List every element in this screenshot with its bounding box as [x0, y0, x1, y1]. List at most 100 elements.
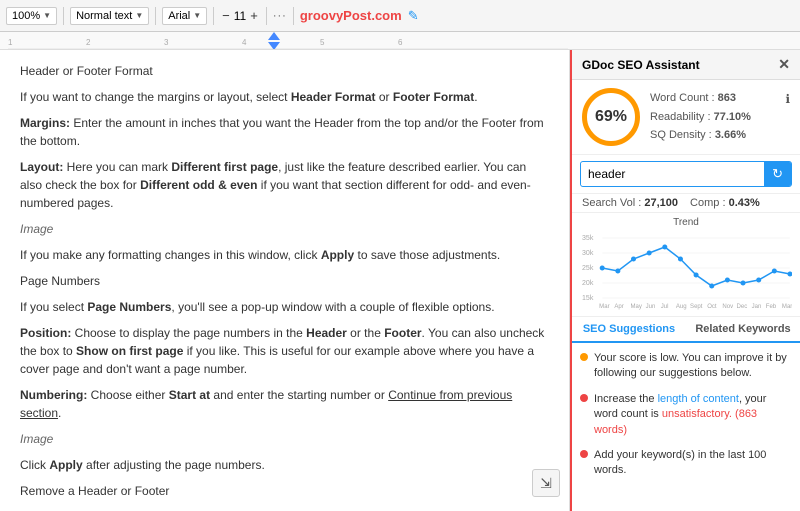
svg-text:25k: 25k: [582, 265, 594, 272]
doc-paragraph: Layout: Here you can mark Different firs…: [20, 158, 549, 212]
seo-panel-title: GDoc SEO Assistant: [582, 58, 700, 72]
suggestion-item: Your score is low. You can improve it by…: [580, 351, 792, 382]
font-chevron: ▼: [193, 11, 201, 20]
suggestion-text: Add your keyword(s) in the last 100 word…: [594, 448, 792, 479]
separator-3: [213, 7, 214, 25]
svg-text:1: 1: [8, 38, 13, 47]
word-count-label: Word Count :: [650, 92, 715, 104]
search-input[interactable]: [581, 163, 764, 185]
doc-heading2: Page Numbers: [20, 272, 549, 290]
doc-image-placeholder: Image: [20, 220, 549, 238]
seo-panel: GDoc SEO Assistant ✕ 69% ℹ Word Count : …: [570, 50, 800, 511]
suggestion-bullet: [580, 450, 588, 458]
search-stats-row: Search Vol : 27,100 Comp : 0.43%: [572, 194, 800, 213]
search-section: ↻: [572, 155, 800, 194]
sq-density-value: 3.66%: [715, 129, 746, 141]
score-value: 69%: [595, 108, 627, 126]
svg-text:Feb: Feb: [766, 304, 777, 310]
separator-5: [293, 7, 294, 25]
search-box: ↻: [580, 161, 792, 187]
suggestion-bullet: [580, 394, 588, 402]
chart-section: Trend 35k 30k 25k 20k 15k: [572, 213, 800, 317]
suggestion-text: Increase the length of content, your wor…: [594, 392, 792, 438]
svg-text:Jun: Jun: [646, 304, 656, 310]
search-button[interactable]: ↻: [764, 162, 791, 186]
separator-4: [266, 7, 267, 25]
tab-related-keywords[interactable]: Related Keywords: [686, 317, 800, 341]
svg-text:Mar: Mar: [782, 304, 792, 310]
seo-panel-header: GDoc SEO Assistant ✕: [572, 50, 800, 80]
svg-text:35k: 35k: [582, 235, 594, 242]
score-stats: ℹ Word Count : 863 Readability : 77.10% …: [650, 89, 790, 145]
font-size-decrease[interactable]: −: [220, 8, 232, 23]
svg-text:Oct: Oct: [707, 304, 717, 310]
doc-paragraph: Click Apply after adjusting the page num…: [20, 456, 549, 474]
svg-text:6: 6: [398, 38, 403, 47]
edit-icon[interactable]: ✎: [408, 8, 419, 24]
svg-text:5: 5: [320, 38, 325, 47]
toolbar-more[interactable]: ···: [273, 10, 287, 22]
style-chevron: ▼: [135, 11, 143, 20]
svg-text:Nov: Nov: [722, 304, 733, 310]
suggestion-item: Increase the length of content, your wor…: [580, 392, 792, 438]
svg-text:May: May: [630, 304, 641, 310]
doc-heading: Header or Footer Format: [20, 62, 549, 80]
font-size-value: 11: [234, 9, 246, 23]
info-icon[interactable]: ℹ: [785, 89, 790, 109]
score-circle: 69%: [582, 88, 640, 146]
brand-tld: .com: [371, 8, 401, 23]
style-control[interactable]: Normal text ▼: [70, 7, 149, 25]
doc-paragraph: If you select Page Numbers, you'll see a…: [20, 298, 549, 316]
readability-label: Readability :: [650, 111, 711, 123]
svg-text:Mar: Mar: [599, 304, 609, 310]
svg-text:2: 2: [86, 38, 91, 47]
score-section: 69% ℹ Word Count : 863 Readability : 77.…: [572, 80, 800, 155]
doc-paragraph: Margins: Enter the amount in inches that…: [20, 114, 549, 150]
doc-paragraph: Numbering: Choose either Start at and en…: [20, 386, 549, 422]
tab-seo-suggestions[interactable]: SEO Suggestions: [572, 317, 686, 343]
zoom-chevron: ▼: [43, 11, 51, 20]
floating-action-button[interactable]: ⇲: [532, 469, 560, 497]
svg-text:Sept: Sept: [690, 304, 703, 310]
svg-text:30k: 30k: [582, 250, 594, 257]
svg-text:20k: 20k: [582, 280, 594, 287]
suggestion-bullet: [580, 353, 588, 361]
svg-text:Apr: Apr: [614, 304, 623, 310]
svg-text:15k: 15k: [582, 295, 594, 302]
toolbar: 100% ▼ Normal text ▼ Arial ▼ − 11 + ··· …: [0, 0, 800, 32]
comp-stat: Comp : 0.43%: [690, 197, 760, 209]
doc-heading2: Remove a Header or Footer: [20, 482, 549, 500]
word-count-row: Word Count : 863: [650, 89, 790, 108]
zoom-label: 100%: [12, 10, 40, 22]
suggestion-item: Add your keyword(s) in the last 100 word…: [580, 448, 792, 479]
word-count-value: 863: [718, 92, 736, 104]
style-label: Normal text: [76, 10, 132, 22]
doc-image-placeholder: Image: [20, 430, 549, 448]
svg-text:Dec: Dec: [736, 304, 747, 310]
brand-logo: groovyPost.com: [300, 8, 402, 23]
sq-density-label: SQ Density :: [650, 129, 712, 141]
svg-text:Aug: Aug: [676, 304, 687, 310]
search-vol: Search Vol : 27,100: [582, 197, 678, 209]
suggestion-text: Your score is low. You can improve it by…: [594, 351, 792, 382]
sq-density-row: SQ Density : 3.66%: [650, 126, 790, 145]
font-label: Arial: [168, 10, 190, 22]
separator-1: [63, 7, 64, 25]
svg-text:Jul: Jul: [661, 304, 669, 310]
document-area[interactable]: Header or Footer Format If you want to ch…: [0, 50, 570, 511]
suggestions-section: Your score is low. You can improve it by…: [572, 343, 800, 511]
ruler: 1 2 3 4 5 6: [0, 32, 800, 50]
chart-title: Trend: [580, 217, 792, 228]
doc-paragraph: If you make any formatting changes in th…: [20, 246, 549, 264]
seo-close-button[interactable]: ✕: [778, 56, 790, 73]
font-control[interactable]: Arial ▼: [162, 7, 207, 25]
floating-icon: ⇲: [540, 475, 552, 492]
readability-row: Readability : 77.10%: [650, 108, 790, 127]
doc-paragraph: Position: Choose to display the page num…: [20, 324, 549, 378]
brand-name: groovyPost: [300, 8, 372, 23]
doc-paragraph: If you want to change the margins or lay…: [20, 88, 549, 106]
font-size-increase[interactable]: +: [248, 8, 260, 23]
separator-2: [155, 7, 156, 25]
chart-container: 35k 30k 25k 20k 15k: [580, 230, 792, 310]
zoom-control[interactable]: 100% ▼: [6, 7, 57, 25]
